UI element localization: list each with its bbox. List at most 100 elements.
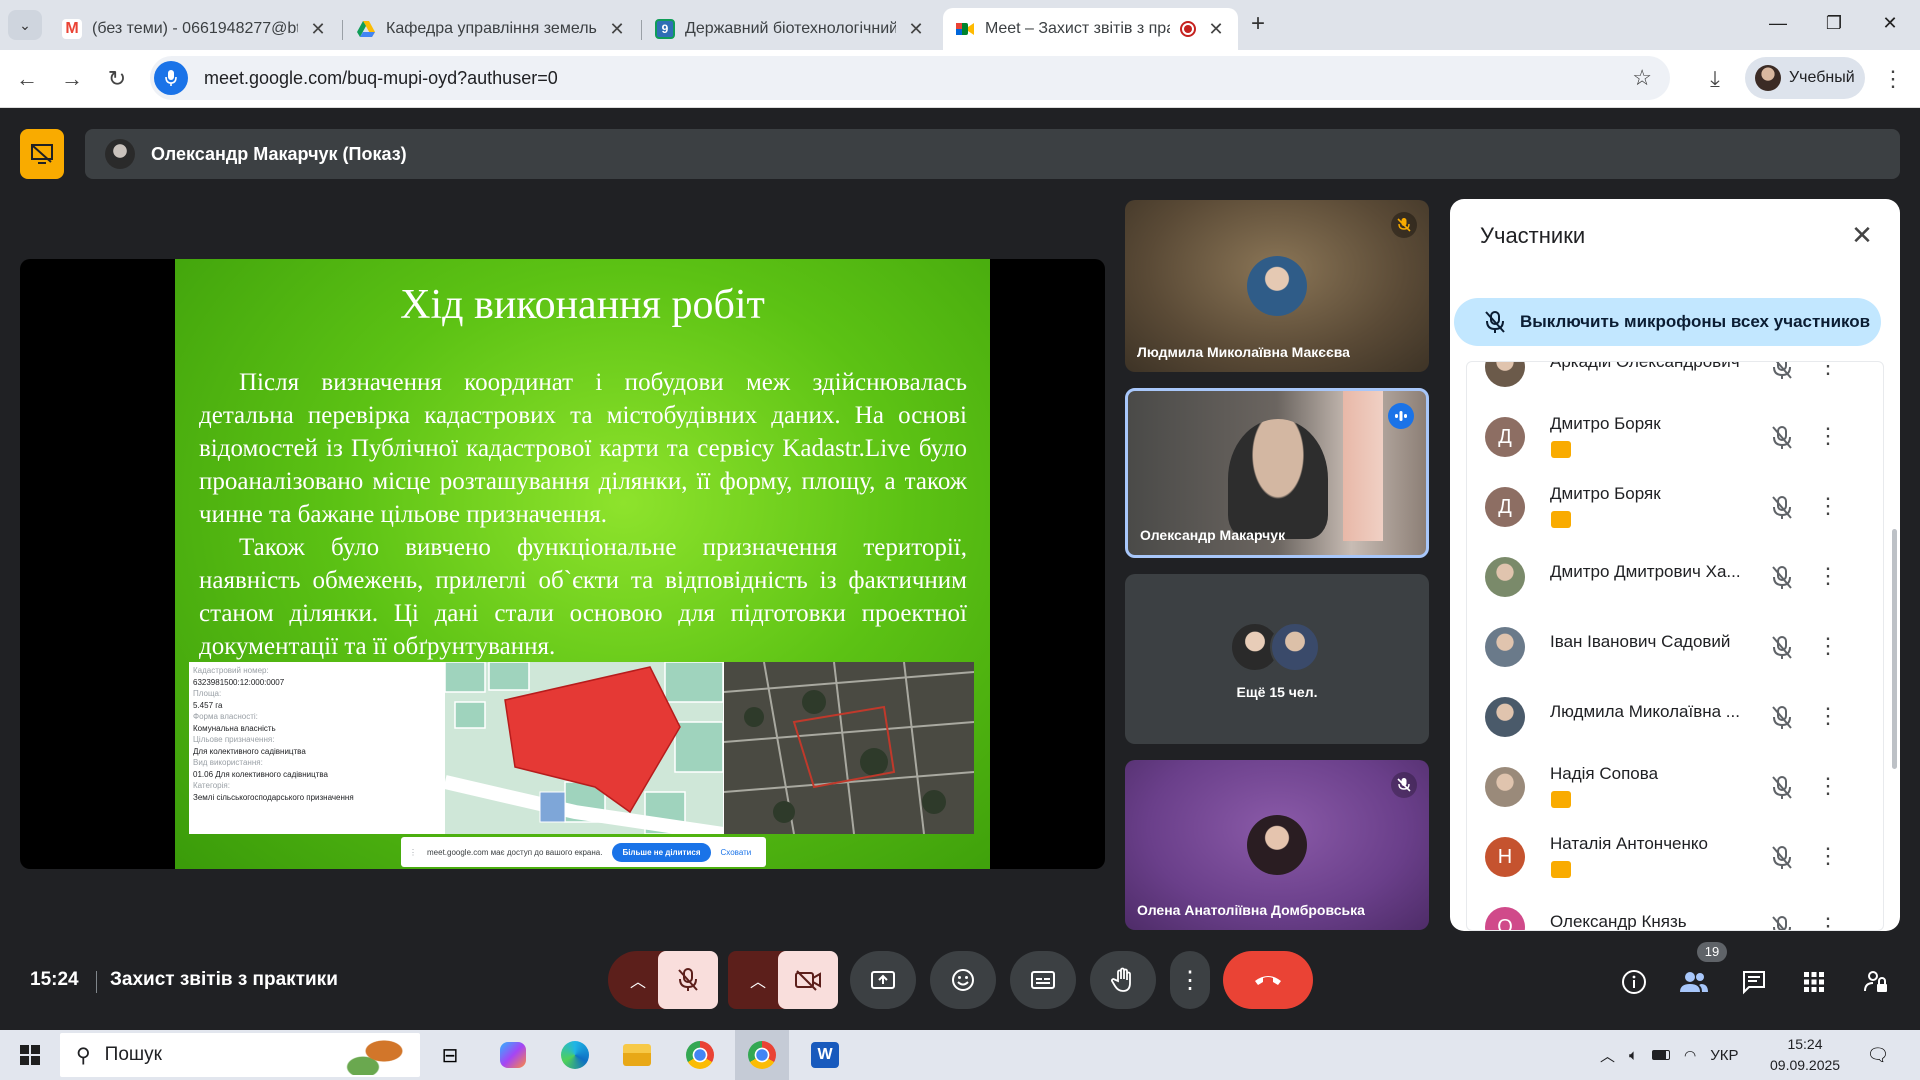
reactions-button[interactable] xyxy=(930,951,996,1009)
participant-avatar xyxy=(1485,697,1525,737)
mic-off-icon[interactable] xyxy=(1767,702,1797,732)
participant-more-button[interactable]: ⋮ xyxy=(1817,769,1839,803)
participant-list-item[interactable]: Д Дмитро Боряк ⋮ xyxy=(1467,472,1883,542)
bookmark-star-icon[interactable]: ☆ xyxy=(1632,65,1652,91)
browser-tab-strip: ⌄ M (без теми) - 0661948277@btu. ✕ Кафед… xyxy=(0,0,1920,50)
mic-off-icon[interactable] xyxy=(1767,842,1797,872)
more-participants-tile[interactable]: Ещё 15 чел. xyxy=(1125,574,1429,744)
notifications-button[interactable]: 🗨︎ xyxy=(1858,1035,1898,1075)
edge-button[interactable] xyxy=(555,1035,595,1075)
participant-list-item[interactable]: Аркадій Олександрович ⋮ xyxy=(1467,361,1883,402)
speaker-icon[interactable]: 🔈︎ xyxy=(1629,1047,1638,1064)
participant-list-item[interactable]: Надія Сопова ⋮ xyxy=(1467,752,1883,822)
activities-button[interactable] xyxy=(1794,962,1834,1002)
participant-more-button[interactable]: ⋮ xyxy=(1817,559,1839,593)
participant-tile[interactable]: Олена Анатоліївна Домбровська xyxy=(1125,760,1429,930)
more-options-button[interactable]: ⋮ xyxy=(1170,951,1210,1009)
word-button[interactable]: W xyxy=(805,1035,845,1075)
people-button[interactable] xyxy=(1674,962,1714,1002)
participant-more-button[interactable]: ⋮ xyxy=(1817,362,1839,383)
meeting-details-button[interactable] xyxy=(1614,962,1654,1002)
participant-list-item[interactable]: Людмила Миколаївна ... ⋮ xyxy=(1467,682,1883,752)
close-panel-button[interactable]: ✕ xyxy=(1844,217,1880,253)
participant-tile[interactable]: Людмила Миколаївна Макєєва xyxy=(1125,200,1429,372)
participant-avatar: Н xyxy=(1485,837,1525,877)
tab-meet[interactable]: Meet – Захист звітів з прак ✕ xyxy=(943,8,1238,50)
microphone-in-use-icon[interactable] xyxy=(154,61,188,95)
panel-scrollbar[interactable] xyxy=(1892,529,1897,769)
close-tab-icon[interactable]: ✕ xyxy=(906,19,926,40)
close-tab-icon[interactable]: ✕ xyxy=(607,19,627,40)
mic-off-icon[interactable] xyxy=(1767,422,1797,452)
start-button[interactable] xyxy=(10,1035,50,1075)
mic-off-icon[interactable] xyxy=(1767,632,1797,662)
mic-off-icon[interactable] xyxy=(1767,361,1797,382)
tab-drive[interactable]: Кафедра управління земельн ✕ xyxy=(344,8,639,50)
participant-list-item[interactable]: Н Наталія Антонченко ⋮ xyxy=(1467,822,1883,892)
chevron-up-icon[interactable]: ︿ xyxy=(1600,1045,1615,1066)
tab-moodle[interactable]: 9 Державний біотехнологічний ✕ xyxy=(643,8,938,50)
present-screen-button[interactable] xyxy=(850,951,916,1009)
shared-screen[interactable]: Хід виконання робіт Після визначення коо… xyxy=(20,259,1105,869)
file-explorer-button[interactable] xyxy=(617,1035,657,1075)
participant-more-button[interactable]: ⋮ xyxy=(1817,489,1839,523)
participant-list-item[interactable]: О Олександр Князь ⋮ xyxy=(1467,892,1883,931)
hide-notice-button[interactable]: Сховати xyxy=(721,848,752,857)
chat-button[interactable] xyxy=(1734,962,1774,1002)
close-window-button[interactable]: ✕ xyxy=(1862,0,1918,46)
browser-menu-button[interactable]: ⋮ xyxy=(1876,62,1910,96)
taskbar-search[interactable]: ⚲ Пошук xyxy=(60,1033,420,1077)
captions-button[interactable] xyxy=(1010,951,1076,1009)
participant-avatar: Д xyxy=(1485,487,1525,527)
mute-all-button[interactable]: Выключить микрофоны всех участников xyxy=(1454,298,1881,346)
wifi-icon[interactable]: ◠ xyxy=(1684,1047,1696,1064)
slide-images: Кадастровий номер: 6323981500:12:000:000… xyxy=(189,662,974,834)
address-bar[interactable]: meet.google.com/buq-mupi-oyd?authuser=0 … xyxy=(150,56,1670,100)
camera-toggle-button[interactable] xyxy=(778,951,838,1009)
participant-more-button[interactable]: ⋮ xyxy=(1817,909,1839,930)
profile-button[interactable]: Учебный xyxy=(1745,57,1865,99)
reload-button[interactable]: ↻ xyxy=(100,62,134,96)
chrome-button[interactable] xyxy=(680,1035,720,1075)
host-controls-button[interactable] xyxy=(1856,962,1896,1002)
mic-off-icon[interactable] xyxy=(1767,492,1797,522)
tab-gmail[interactable]: M (без теми) - 0661948277@btu. ✕ xyxy=(50,8,340,50)
copilot-button[interactable] xyxy=(493,1035,533,1075)
participant-list-item[interactable]: Іван Іванович Садовий ⋮ xyxy=(1467,612,1883,682)
participant-more-button[interactable]: ⋮ xyxy=(1817,419,1839,453)
back-button[interactable]: ← xyxy=(10,62,44,96)
task-view-button[interactable]: ⊟ xyxy=(430,1035,470,1075)
language-indicator[interactable]: УКР xyxy=(1710,1047,1738,1064)
downloads-button[interactable]: ⤓ xyxy=(1698,62,1732,96)
participant-more-button[interactable]: ⋮ xyxy=(1817,699,1839,733)
presentation-icon[interactable] xyxy=(20,129,64,179)
camera-off-icon xyxy=(795,970,821,991)
participant-list-item[interactable]: Дмитро Дмитрович Ха... ⋮ xyxy=(1467,542,1883,612)
drag-handle-icon[interactable]: ⋮ xyxy=(409,848,417,857)
participant-more-button[interactable]: ⋮ xyxy=(1817,629,1839,663)
leave-call-button[interactable] xyxy=(1223,951,1313,1009)
mic-off-icon[interactable] xyxy=(1767,772,1797,802)
restore-button[interactable]: ❐ xyxy=(1806,0,1862,46)
divider xyxy=(96,971,97,993)
participant-tile-active-speaker[interactable]: Олександр Макарчук xyxy=(1125,388,1429,558)
mic-off-icon[interactable] xyxy=(1767,912,1797,931)
forward-button[interactable]: → xyxy=(55,62,89,96)
mic-off-icon[interactable] xyxy=(1767,562,1797,592)
close-tab-icon[interactable]: ✕ xyxy=(308,19,328,40)
tab-search-button[interactable]: ⌄ xyxy=(8,10,42,40)
participant-count-badge: 19 xyxy=(1697,942,1727,962)
battery-icon[interactable] xyxy=(1652,1050,1671,1060)
participant-more-button[interactable]: ⋮ xyxy=(1817,839,1839,873)
minimize-button[interactable]: — xyxy=(1750,0,1806,46)
participant-list[interactable]: Аркадій Олександрович ⋮ Д Дмитро Боряк ⋮ Д Дми… xyxy=(1466,361,1884,931)
chrome-meet-button[interactable] xyxy=(742,1035,782,1075)
microphone-toggle-button[interactable] xyxy=(658,951,718,1009)
participant-list-item[interactable]: Д Дмитро Боряк ⋮ xyxy=(1467,402,1883,472)
raise-hand-button[interactable] xyxy=(1090,951,1156,1009)
stop-sharing-button[interactable]: Більше не ділитися xyxy=(612,842,711,862)
new-tab-button[interactable]: + xyxy=(1245,12,1271,38)
close-tab-icon[interactable]: ✕ xyxy=(1206,19,1226,40)
taskbar-clock[interactable]: 15:24 09.09.2025 xyxy=(1770,1034,1840,1076)
more-vertical-icon: ⋮ xyxy=(1882,66,1904,91)
